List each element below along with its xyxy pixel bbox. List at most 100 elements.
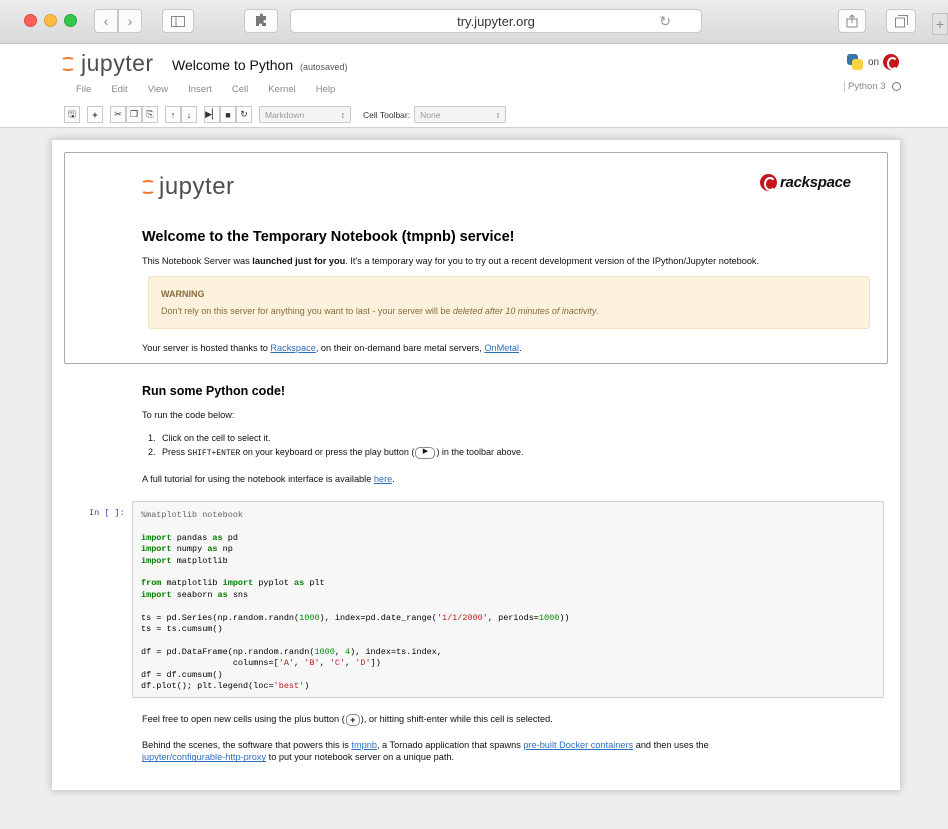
url-text: try.jupyter.org xyxy=(457,13,535,29)
move-up-button[interactable]: ↑ xyxy=(165,106,181,123)
jupyter-banner-text: jupyter xyxy=(159,173,235,200)
new-tab-button[interactable]: + xyxy=(932,13,948,35)
code-line: from matplotlib import pyplot as plt xyxy=(141,578,325,589)
notebook-name: Welcome to Python xyxy=(172,57,294,73)
step-forward-icon: ▶▏ xyxy=(205,109,219,119)
step-number: 1. xyxy=(148,433,156,443)
plus-icon: + xyxy=(92,109,98,120)
code-line: import matplotlib xyxy=(141,555,228,566)
move-down-button[interactable]: ↓ xyxy=(181,106,197,123)
hosting-text-mid: , on their on-demand bare metal servers, xyxy=(315,343,485,353)
menu-edit[interactable]: Edit xyxy=(111,84,127,95)
sidebar-button[interactable] xyxy=(162,9,194,33)
address-bar[interactable]: try.jupyter.org ↻ xyxy=(290,9,702,33)
warning-text-before: Don't rely on this server for anything y… xyxy=(161,306,453,316)
tutorial-link[interactable]: here xyxy=(374,474,392,484)
save-button[interactable]: 🖫 xyxy=(64,106,80,123)
kernel-idle-icon xyxy=(891,82,901,91)
code-line: import seaborn as sns xyxy=(141,589,249,600)
plus-button-paragraph: Feel free to open new cells using the pl… xyxy=(142,713,553,726)
notebook-title[interactable]: Welcome to Python (autosaved) xyxy=(172,57,348,73)
share-icon xyxy=(846,14,858,28)
code-line: df = pd.DataFrame(np.random.randn(1000, … xyxy=(141,646,442,657)
extension-button[interactable] xyxy=(244,9,278,33)
menu-cell[interactable]: Cell xyxy=(232,84,248,95)
code-cell-editor[interactable]: %matplotlib notebook import pandas as pd i… xyxy=(132,501,884,698)
menu-kernel[interactable]: Kernel xyxy=(268,84,295,95)
code-line: df.plot(); plt.legend(loc='best') xyxy=(141,681,310,691)
behind-text: Behind the scenes, the software that pow… xyxy=(142,740,352,750)
warning-alert: WARNING Don't rely on this server for an… xyxy=(148,276,870,329)
jupyter-logo-text: jupyter xyxy=(81,50,154,76)
insert-cell-button[interactable]: + xyxy=(87,106,103,123)
cell-type-value: Markdown xyxy=(265,109,305,120)
http-proxy-link[interactable]: jupyter/configurable-http-proxy xyxy=(142,752,266,762)
scissors-icon: ✂ xyxy=(114,109,122,119)
intro-text-after: . It's a temporary way for you to try ou… xyxy=(345,256,760,266)
plus-text-after: ), or hitting shift-enter while this cel… xyxy=(360,714,553,724)
sidebar-icon xyxy=(171,15,185,27)
back-button[interactable]: ‹ xyxy=(94,9,118,33)
code-line: columns=['A', 'B', 'C', 'D']) xyxy=(141,658,381,669)
forward-button[interactable]: › xyxy=(118,9,142,33)
run-steps-list: 1. Click on the cell to select it. 2. Pres… xyxy=(148,432,524,460)
cell-toolbar-label: Cell Toolbar: xyxy=(363,109,411,120)
onmetal-link[interactable]: OnMetal xyxy=(484,343,519,353)
step-number: 2. xyxy=(148,446,156,457)
paste-button[interactable]: ⎘ xyxy=(142,106,158,123)
menu-help[interactable]: Help xyxy=(316,84,336,95)
minimize-window-button[interactable] xyxy=(44,14,57,27)
list-item: 2. Press SHIFT+ENTER on your keyboard or … xyxy=(148,446,524,460)
kernel-name: Python 3 xyxy=(848,81,886,92)
cell-type-select[interactable]: Markdown ↕ xyxy=(259,106,351,123)
docker-containers-link[interactable]: pre-built Docker containers xyxy=(523,740,633,750)
hosting-text-after: . xyxy=(519,343,522,353)
behind-text-mid2: and then uses the xyxy=(633,740,709,750)
hosting-text: Your server is hosted thanks to xyxy=(142,343,271,353)
puzzle-icon xyxy=(256,13,266,26)
reload-icon[interactable]: ↻ xyxy=(659,13,671,30)
select-arrows-icon: ↕ xyxy=(340,109,345,120)
run-cell-button[interactable]: ▶▏ xyxy=(204,106,220,123)
jupyter-logo-icon xyxy=(140,177,155,197)
show-tabs-button[interactable] xyxy=(886,9,916,33)
share-button[interactable] xyxy=(838,9,866,33)
copy-button[interactable]: ❐ xyxy=(126,106,142,123)
plus-text: Feel free to open new cells using the pl… xyxy=(142,714,345,724)
warning-emphasis: deleted after 10 minutes of inactivity xyxy=(452,306,597,316)
close-window-button[interactable] xyxy=(24,14,37,27)
shift-enter-key: SHIFT+ENTER xyxy=(187,448,241,458)
select-arrows-icon: ↕ xyxy=(495,109,501,120)
zoom-window-button[interactable] xyxy=(64,14,77,27)
python-on-rackspace: on xyxy=(846,53,900,71)
rackspace-link[interactable]: Rackspace xyxy=(270,343,315,353)
tabs-icon xyxy=(894,14,908,27)
tutorial-paragraph: A full tutorial for using the notebook i… xyxy=(142,473,395,485)
copy-icon: ❐ xyxy=(129,109,139,119)
interrupt-button[interactable]: ■ xyxy=(220,106,236,123)
menu-insert[interactable]: Insert xyxy=(188,84,212,95)
menu-view[interactable]: View xyxy=(148,84,168,95)
warning-text-after: . xyxy=(596,306,599,316)
play-button-icon: ▶ xyxy=(415,446,436,459)
run-intro: To run the code below: xyxy=(142,410,235,420)
run-code-heading: Run some Python code! xyxy=(142,384,286,398)
behind-text-mid: , a Tornado application that spawns xyxy=(376,740,524,750)
rackspace-logo-text: rackspace xyxy=(780,174,851,191)
tmpnb-link[interactable]: tmpnb xyxy=(351,740,377,750)
arrow-up-icon: ↑ xyxy=(170,109,176,120)
jupyter-logo[interactable]: jupyter xyxy=(60,50,154,77)
hosting-paragraph: Your server is hosted thanks to Rackspac… xyxy=(142,342,522,354)
rackspace-logo-icon xyxy=(760,174,777,191)
on-label: on xyxy=(868,56,880,68)
warning-text: Don't rely on this server for anything y… xyxy=(161,306,599,316)
step-text: Click on the cell to select it. xyxy=(162,433,271,443)
code-line: df = df.cumsum() xyxy=(141,669,223,680)
restart-button[interactable]: ↻ xyxy=(236,106,252,123)
cell-toolbar-select[interactable]: None ↕ xyxy=(414,106,507,123)
menu-file[interactable]: File xyxy=(76,84,91,95)
code-line: import numpy as np xyxy=(141,544,233,555)
cut-button[interactable]: ✂ xyxy=(110,106,126,123)
tutorial-text-after: . xyxy=(392,474,395,484)
behind-scenes-paragraph: Behind the scenes, the software that pow… xyxy=(142,739,872,764)
